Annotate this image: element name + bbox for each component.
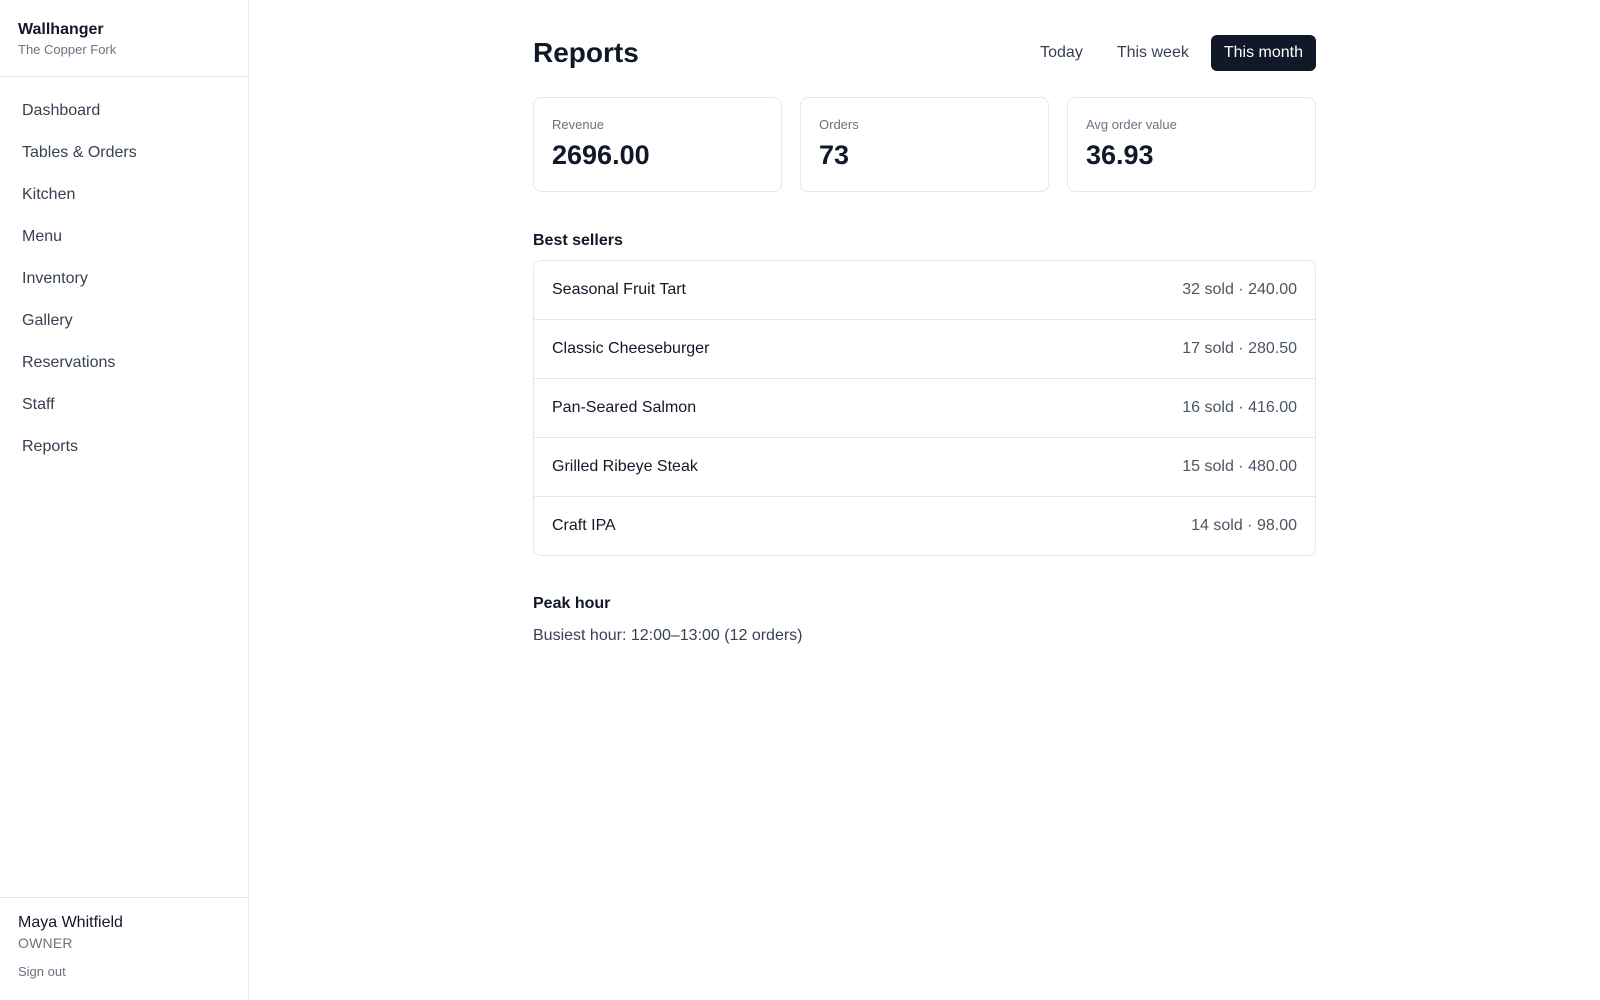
date-range-tabs: Today This week This month [1028,35,1316,71]
sidebar-item-kitchen[interactable]: Kitchen [0,174,248,216]
best-sellers-title: Best sellers [533,232,623,249]
sidebar-item-staff[interactable]: Staff [0,384,248,426]
stat-label: Orders [819,117,859,132]
item-sales: 14 sold · 98.00 [1191,517,1297,534]
stat-card-revenue: Revenue 2696.00 [533,97,782,192]
item-sales: 32 sold · 240.00 [1182,281,1297,298]
sidebar-item-reservations[interactable]: Reservations [0,342,248,384]
list-item: Pan-Seared Salmon 16 sold · 416.00 [534,378,1315,437]
item-name: Seasonal Fruit Tart [552,281,686,298]
list-item: Grilled Ribeye Steak 15 sold · 480.00 [534,437,1315,496]
brand-header: Wallhanger The Copper Fork [0,0,248,77]
item-sales: 15 sold · 480.00 [1182,458,1297,475]
range-tab-this-month[interactable]: This month [1210,35,1316,71]
stat-value: 2696.00 [552,140,650,170]
app-root: Wallhanger The Copper Fork Dashboard Tab… [0,0,1600,1000]
item-name: Craft IPA [552,517,616,534]
stat-card-avg-order-value: Avg order value 36.93 [1067,97,1316,192]
sign-out-link[interactable]: Sign out [18,964,66,979]
item-name: Pan-Seared Salmon [552,399,697,416]
item-name: Classic Cheeseburger [552,340,710,357]
page-title: Reports [533,37,639,68]
range-tab-this-week[interactable]: This week [1105,35,1201,71]
best-sellers-list: Seasonal Fruit Tart 32 sold · 240.00 Cla… [533,260,1316,556]
stat-value: 73 [819,140,850,170]
restaurant-name: The Copper Fork [18,42,117,57]
sidebar-item-dashboard[interactable]: Dashboard [0,90,248,132]
user-name: Maya Whitfield [18,914,123,931]
peak-hour-text: Busiest hour: 12:00–13:00 (12 orders) [533,627,803,644]
stat-label: Avg order value [1086,117,1177,132]
main-area: Reports Today This week This month Reven… [249,0,1600,1000]
brand-name: Wallhanger [18,21,104,38]
sidebar-item-reports[interactable]: Reports [0,426,248,468]
list-item: Craft IPA 14 sold · 98.00 [534,496,1315,555]
list-item: Classic Cheeseburger 17 sold · 280.50 [534,319,1315,378]
page-header: Reports Today This week This month [533,34,1316,72]
item-sales: 16 sold · 416.00 [1182,399,1297,416]
user-panel: Maya Whitfield OWNER Sign out [0,897,248,1000]
sidebar-item-gallery[interactable]: Gallery [0,300,248,342]
range-tab-today[interactable]: Today [1028,35,1095,71]
sidebar: Wallhanger The Copper Fork Dashboard Tab… [0,0,249,1000]
sidebar-item-tables-orders[interactable]: Tables & Orders [0,132,248,174]
list-item: Seasonal Fruit Tart 32 sold · 240.00 [534,261,1315,319]
stat-value: 36.93 [1086,140,1154,170]
peak-hour-title: Peak hour [533,595,611,612]
item-sales: 17 sold · 280.50 [1182,340,1297,357]
sidebar-item-inventory[interactable]: Inventory [0,258,248,300]
stat-card-orders: Orders 73 [800,97,1049,192]
sidebar-nav: Dashboard Tables & Orders Kitchen Menu I… [0,77,248,897]
reports-content: Reports Today This week This month Reven… [533,34,1316,646]
sidebar-item-menu[interactable]: Menu [0,216,248,258]
stat-label: Revenue [552,117,605,132]
item-name: Grilled Ribeye Steak [552,458,698,475]
stats-row: Revenue 2696.00 Orders 73 Avg order valu… [533,97,1316,192]
user-role: OWNER [18,935,73,951]
